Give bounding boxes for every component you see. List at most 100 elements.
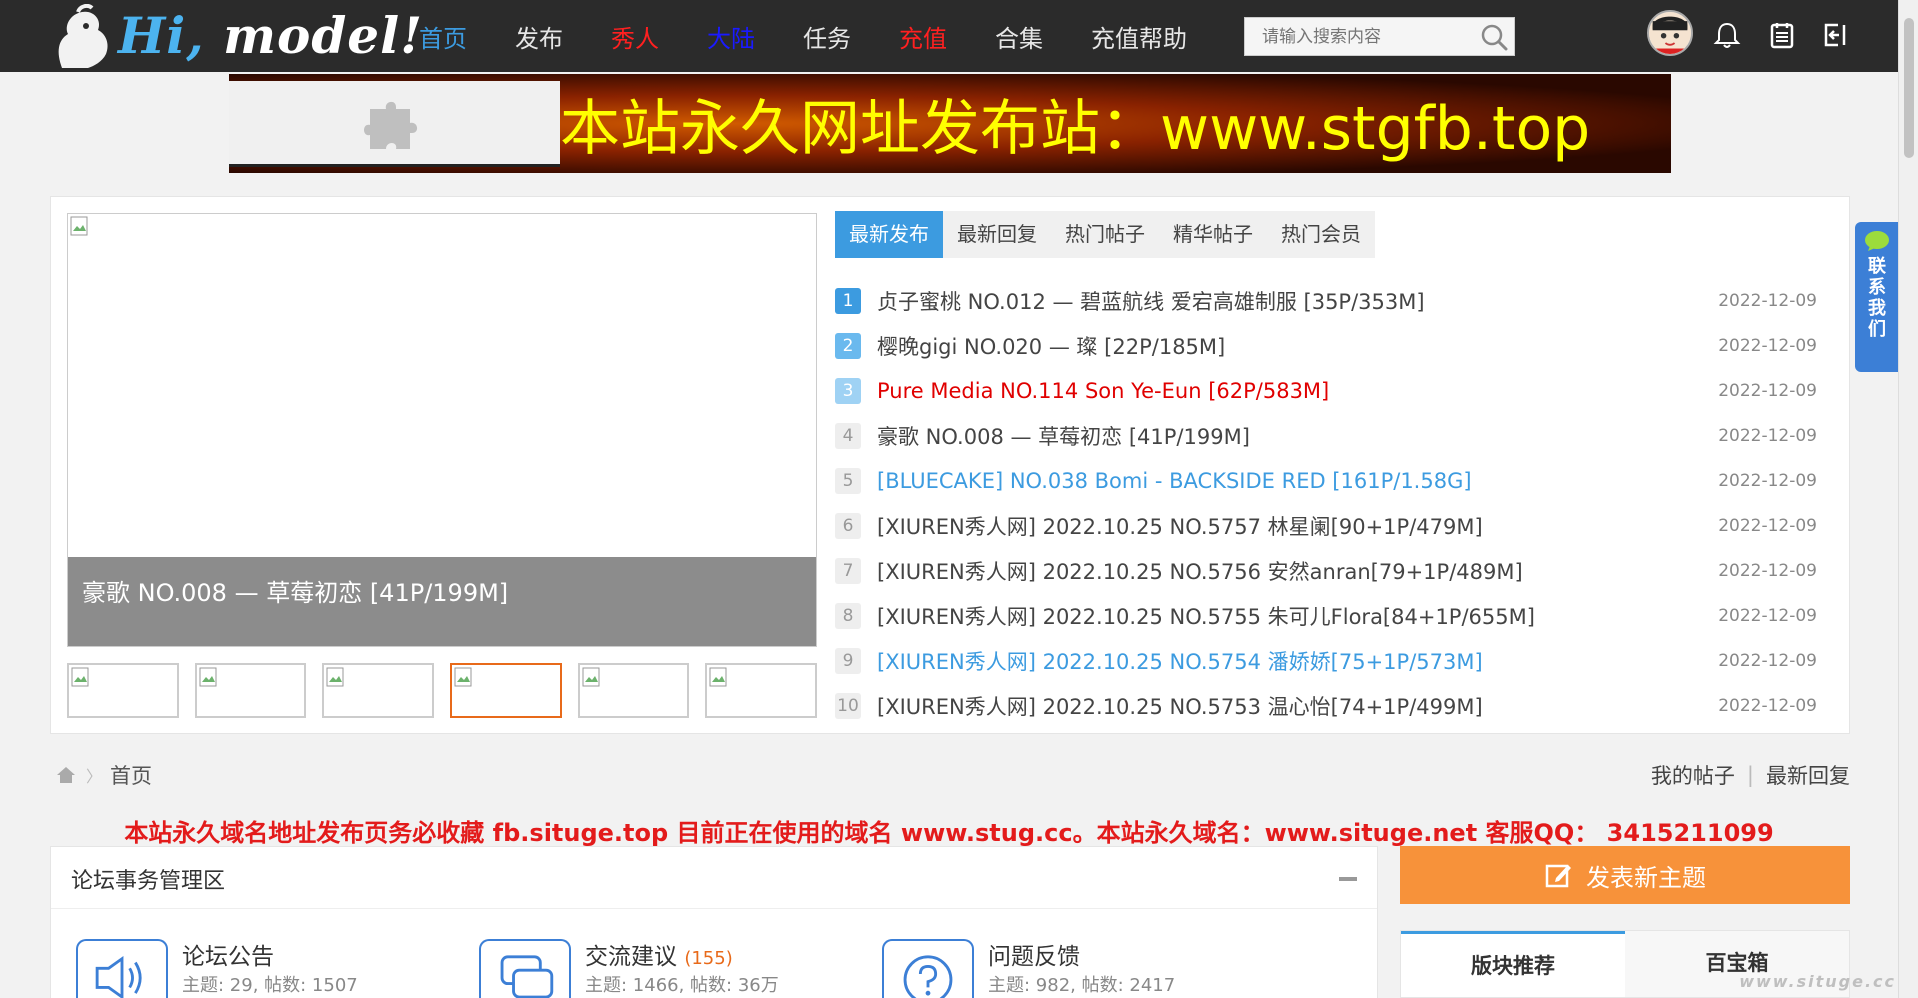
list-item: 2 樱晚gigi NO.020 — 璨 [22P/185M] 2022-12-09 [835,323,1835,368]
broken-image-icon [709,667,727,687]
post-list: 1 贞子蜜桃 NO.012 — 碧蓝航线 爱宕高雄制服 [35P/353M] 202… [835,278,1835,728]
post-title-link[interactable]: 樱晚gigi NO.020 — 璨 [22P/185M] [877,331,1225,361]
list-item: 5 [BLUECAKE] NO.038 Bomi - BACKSIDE RED [… [835,458,1835,503]
broken-image-icon [454,667,472,687]
latest-replies-link[interactable]: 最新回复 [1766,760,1850,790]
post-date: 2022-12-09 [1718,605,1817,626]
bell-icon[interactable] [1712,20,1742,50]
nav-item-2[interactable]: 秀人 [587,19,683,54]
post-title-link[interactable]: [XIUREN秀人网] 2022.10.25 NO.5756 安然anran[7… [877,556,1523,586]
logout-icon[interactable] [1820,20,1850,50]
post-title-link[interactable]: Pure Media NO.114 Son Ye-Eun [62P/583M] [877,379,1329,403]
post-date: 2022-12-09 [1718,290,1817,311]
slide-thumbnails [67,663,818,718]
post-date: 2022-12-09 [1718,425,1817,446]
slide-thumbnail[interactable] [194,663,307,718]
banner-image-placeholder [229,81,560,167]
slide-thumbnail[interactable] [322,663,435,718]
my-posts-link[interactable]: 我的帖子 [1651,760,1735,790]
slide-thumbnail[interactable] [705,663,818,718]
post-date: 2022-12-09 [1718,470,1817,491]
featured-panel: 豪歌 NO.008 — 草莓初恋 [41P/199M] 最新发布 最新回复 热门帖子… [50,196,1850,734]
post-date: 2022-12-09 [1718,650,1817,671]
nav-item-1[interactable]: 发布 [491,19,587,54]
speaker-icon[interactable] [76,939,168,998]
collapse-icon[interactable] [1339,877,1357,881]
puzzle-piece-icon [364,101,418,149]
new-topic-button[interactable]: 发表新主题 [1400,846,1850,904]
top-navbar: Hi, model! 首页 发布 秀人 大陆 任务 充值 合集 充值帮助 [0,0,1898,72]
post-title-link[interactable]: 豪歌 NO.008 — 草莓初恋 [41P/199M] [877,421,1250,451]
forum-section: 论坛事务管理区 论坛公告 主题: 29, 帖数: 1507 交流建议 (155) 主… [50,846,1378,998]
post-rank: 8 [835,602,861,629]
slide-thumbnail[interactable] [577,663,690,718]
ad-banner[interactable]: 本站永久网址发布站：www.stgfb.top [229,74,1671,173]
domain-notice: 本站永久域名地址发布页务必收藏 fb.situge.top 目前正在使用的域名 … [124,819,1774,847]
tab-2[interactable]: 热门帖子 [1051,211,1159,258]
post-tabs: 最新发布 最新回复 热门帖子 精华帖子 热门会员 [835,211,1375,258]
slide-caption[interactable]: 豪歌 NO.008 — 草莓初恋 [41P/199M] [68,557,816,646]
board-new-count: (155) [684,948,733,969]
nav-item-7[interactable]: 充值帮助 [1067,19,1211,54]
post-rank: 1 [835,287,861,314]
featured-slide[interactable]: 豪歌 NO.008 — 草莓初恋 [41P/199M] [67,213,817,647]
chat-icon[interactable] [479,939,571,998]
question-icon[interactable] [882,939,974,998]
nav-item-4[interactable]: 任务 [779,19,875,54]
post-title-link[interactable]: [XIUREN秀人网] 2022.10.25 NO.5755 朱可儿Flora[… [877,601,1535,631]
list-item: 1 贞子蜜桃 NO.012 — 碧蓝航线 爱宕高雄制服 [35P/353M] 202… [835,278,1835,323]
list-item: 8 [XIUREN秀人网] 2022.10.25 NO.5755 朱可儿Flora… [835,593,1835,638]
tab-3[interactable]: 精华帖子 [1159,211,1267,258]
post-date: 2022-12-09 [1718,560,1817,581]
search-icon[interactable] [1480,23,1508,51]
contact-us-button[interactable]: 联系我们 [1855,222,1899,372]
list-item: 10 [XIUREN秀人网] 2022.10.25 NO.5753 温心怡[74+… [835,683,1835,728]
search-input[interactable] [1245,18,1465,55]
breadcrumb: 〉 首页 [54,760,152,790]
tab-1[interactable]: 最新回复 [943,211,1051,258]
nav-item-0[interactable]: 首页 [395,19,491,54]
list-item: 7 [XIUREN秀人网] 2022.10.25 NO.5756 安然anran[… [835,548,1835,593]
broken-image-icon [70,216,88,236]
logo-wordmark: Hi, model! [118,6,424,65]
page-scrollbar[interactable] [1898,0,1918,998]
banner-text: 本站永久网址发布站：www.stgfb.top [560,94,1591,164]
site-logo[interactable]: Hi, model! [48,4,422,69]
post-title-link[interactable]: [XIUREN秀人网] 2022.10.25 NO.5753 温心怡[74+1P… [877,691,1483,721]
post-rank: 7 [835,557,861,584]
broken-image-icon [582,667,600,687]
nav-item-6[interactable]: 合集 [971,19,1067,54]
main-nav: 首页 发布 秀人 大陆 任务 充值 合集 充值帮助 [395,0,1211,72]
user-links: 我的帖子 | 最新回复 [1651,760,1850,790]
sidebar-tab-0[interactable]: 版块推荐 [1401,931,1625,997]
post-title-link[interactable]: [BLUECAKE] NO.038 Bomi - BACKSIDE RED [1… [877,469,1472,493]
home-icon[interactable] [54,763,78,787]
scrollbar-thumb[interactable] [1904,18,1914,158]
post-title-link[interactable]: [XIUREN秀人网] 2022.10.25 NO.5754 潘娇娇[75+1P… [877,646,1483,676]
nav-item-3[interactable]: 大陆 [683,19,779,54]
slide-thumbnail[interactable] [450,663,562,718]
list-item: 6 [XIUREN秀人网] 2022.10.25 NO.5757 林星阑[90+1… [835,503,1835,548]
contact-label: 联系我们 [1868,256,1886,340]
notepad-icon[interactable] [1767,20,1797,50]
breadcrumb-separator: 〉 [86,767,103,786]
edit-icon [1545,864,1571,888]
tab-0[interactable]: 最新发布 [835,211,943,258]
breadcrumb-home[interactable]: 首页 [110,760,152,790]
watermark: www.situge.cc [1739,972,1896,991]
new-topic-label: 发表新主题 [1586,863,1706,892]
board-name[interactable]: 问题反馈 [988,937,1080,971]
post-title-link[interactable]: [XIUREN秀人网] 2022.10.25 NO.5757 林星阑[90+1P… [877,511,1483,541]
post-title-link[interactable]: 贞子蜜桃 NO.012 — 碧蓝航线 爱宕高雄制服 [35P/353M] [877,286,1425,316]
post-date: 2022-12-09 [1718,515,1817,536]
board-name[interactable]: 交流建议 (155) [585,937,733,971]
nav-item-5[interactable]: 充值 [875,19,971,54]
tab-4[interactable]: 热门会员 [1267,211,1375,258]
forum-section-title[interactable]: 论坛事务管理区 [71,863,225,895]
board-name[interactable]: 论坛公告 [182,937,274,971]
post-date: 2022-12-09 [1718,695,1817,716]
user-avatar[interactable] [1647,10,1693,56]
post-rank: 3 [835,377,861,404]
slide-thumbnail[interactable] [67,663,179,718]
broken-image-icon [326,667,344,687]
